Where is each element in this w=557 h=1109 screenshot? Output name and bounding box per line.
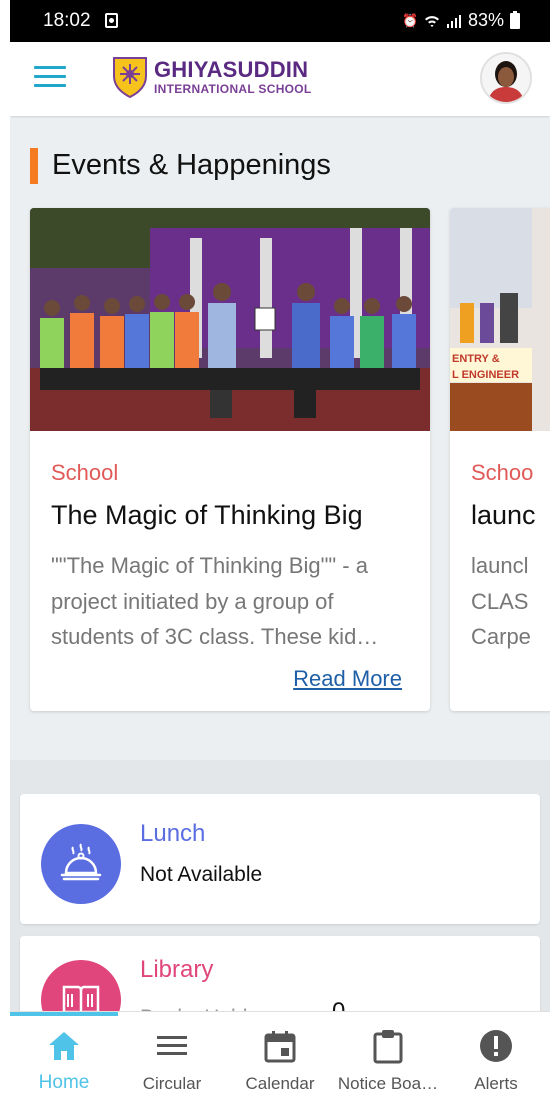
wifi-icon [424, 13, 440, 29]
event-category: Schoo [471, 460, 534, 485]
event-card[interactable]: ENTRY & L ENGINEER Schoo launc launcl CL… [450, 208, 550, 711]
banner-text: ENTRY & [452, 353, 500, 365]
bottom-navigation: Home Circular Calendar Notice Boa… Alert… [10, 1011, 550, 1109]
event-photo: ENTRY & L ENGINEER [450, 208, 550, 431]
nav-label: Notice Boa… [337, 1074, 439, 1093]
clipboard-icon [373, 1030, 403, 1064]
alert-icon [480, 1030, 512, 1062]
calendar-icon [264, 1031, 296, 1063]
menu-icon [34, 66, 66, 69]
banner-text: L ENGINEER [452, 369, 519, 381]
nav-label: Calendar [245, 1074, 315, 1093]
section-title: Events & Happenings [52, 149, 331, 181]
school-crest-icon [113, 57, 147, 98]
school-subtitle: INTERNATIONAL SCHOOL [154, 82, 312, 96]
event-title: The Magic of Thinking Big [51, 500, 363, 530]
school-name: GHIYASUDDIN [154, 57, 309, 82]
event-description: launcl CLAS Carpe [471, 553, 531, 649]
nav-home[interactable]: Home [10, 1012, 118, 1109]
notification-icon [105, 13, 118, 28]
signal-icon [446, 13, 462, 29]
battery-percent: 83% [467, 10, 504, 30]
app-header: GHIYASUDDIN INTERNATIONAL SCHOOL [10, 42, 550, 116]
home-icon [49, 1032, 79, 1060]
lunch-status: Not Available [140, 863, 263, 886]
lunch-title: Lunch [140, 820, 206, 847]
event-title: launc [471, 500, 536, 530]
menu-button[interactable] [34, 66, 66, 90]
nav-label: Circular [142, 1074, 202, 1093]
nav-calendar[interactable]: Calendar [226, 1012, 334, 1109]
profile-avatar[interactable] [480, 52, 532, 104]
nav-notice-board[interactable]: Notice Boa… [334, 1012, 442, 1109]
event-card[interactable]: School The Magic of Thinking Big ""The M… [30, 208, 430, 711]
status-icons: ⏰ 83% [402, 10, 520, 31]
lunch-icon [41, 824, 121, 904]
student-photo-icon [482, 54, 530, 102]
event-photo [30, 208, 430, 431]
event-category: School [51, 460, 119, 485]
nav-circular[interactable]: Circular [118, 1012, 226, 1109]
info-area: Lunch Not Available Library Books Held 0 [10, 760, 550, 1046]
alarm-icon: ⏰ [401, 12, 419, 28]
nav-label: Alerts [474, 1074, 518, 1093]
read-more-link[interactable]: Read More [293, 666, 402, 692]
library-title: Library [140, 956, 214, 983]
nav-label: Home [38, 1072, 90, 1093]
nav-alerts[interactable]: Alerts [442, 1012, 550, 1109]
status-bar: 18:02 ⏰ 83% [10, 0, 550, 42]
school-logo: GHIYASUDDIN INTERNATIONAL SCHOOL [112, 56, 312, 98]
battery-icon [510, 10, 520, 29]
lunch-card[interactable]: Lunch Not Available [20, 794, 540, 924]
events-section: Events & Happenings School The Magic of … [10, 118, 550, 760]
list-icon [157, 1036, 187, 1055]
status-time: 18:02 [43, 10, 91, 31]
app-frame: 18:02 ⏰ 83% GHIYASUDDIN INTERNATIONAL SC… [10, 0, 550, 1109]
section-accent-bar [30, 148, 38, 184]
event-description: ""The Magic of Thinking Big"" - a projec… [51, 553, 379, 649]
